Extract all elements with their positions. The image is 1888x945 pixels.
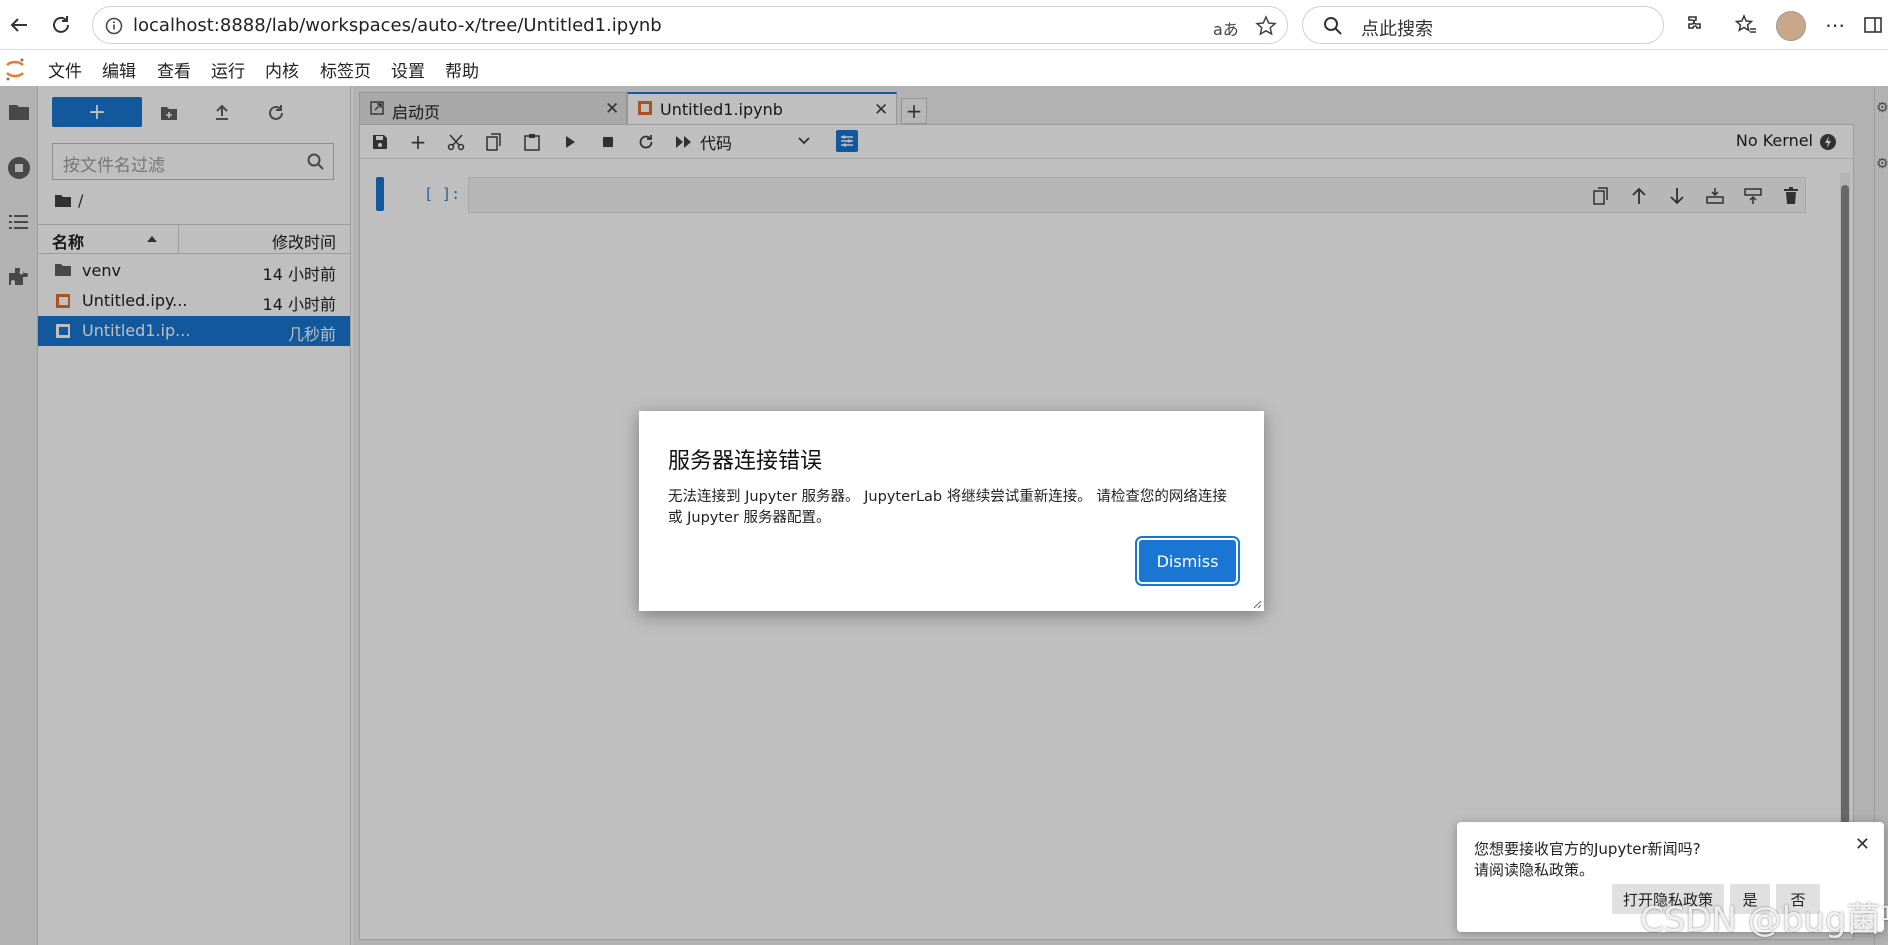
search-placeholder: 点此搜索 bbox=[1361, 19, 1433, 40]
site-info-icon[interactable] bbox=[105, 17, 123, 35]
more-menu-icon[interactable]: ⋯ bbox=[1820, 10, 1850, 40]
browser-toolbar: localhost:8888/lab/workspaces/auto-x/tre… bbox=[0, 0, 1888, 50]
menu-help[interactable]: 帮助 bbox=[445, 57, 479, 82]
menu-settings[interactable]: 设置 bbox=[391, 57, 425, 82]
menu-run[interactable]: 运行 bbox=[211, 57, 245, 82]
menu-view[interactable]: 查看 bbox=[157, 57, 191, 82]
close-icon[interactable]: ✕ bbox=[1855, 834, 1870, 855]
browser-search-bar[interactable]: 点此搜索 bbox=[1302, 6, 1664, 44]
menu-tabs[interactable]: 标签页 bbox=[320, 57, 371, 82]
toast-line: 您想要接收官方的Jupyter新闻吗? bbox=[1474, 840, 1701, 858]
toast-line: 请阅读隐私政策。 bbox=[1474, 861, 1595, 879]
reload-icon[interactable] bbox=[46, 10, 76, 40]
favorite-star-icon[interactable] bbox=[1255, 15, 1277, 37]
sidebar-toggle-icon[interactable] bbox=[1858, 10, 1888, 40]
menu-kernel[interactable]: 内核 bbox=[265, 57, 299, 82]
address-bar[interactable]: localhost:8888/lab/workspaces/auto-x/tre… bbox=[92, 6, 1288, 44]
dialog-title: 服务器连接错误 bbox=[668, 449, 823, 474]
resize-handle-icon[interactable] bbox=[1252, 599, 1262, 609]
server-connection-error-dialog: 服务器连接错误 无法连接到 Jupyter 服务器。 JupyterLab 将继… bbox=[639, 411, 1264, 611]
dismiss-button[interactable]: Dismiss bbox=[1135, 536, 1240, 586]
menu-edit[interactable]: 编辑 bbox=[102, 57, 136, 82]
watermark-text: CSDN @bug菌¹ bbox=[1640, 900, 1888, 940]
menu-file[interactable]: 文件 bbox=[48, 57, 82, 82]
url-text[interactable]: localhost:8888/lab/workspaces/auto-x/tre… bbox=[133, 15, 662, 36]
back-icon[interactable] bbox=[4, 10, 34, 40]
menu-bar: 文件 编辑 查看 运行 内核 标签页 设置 帮助 bbox=[0, 51, 1888, 86]
favorites-icon[interactable] bbox=[1731, 10, 1761, 40]
extensions-icon[interactable] bbox=[1680, 10, 1710, 40]
toast-message: 您想要接收官方的Jupyter新闻吗? 请阅读隐私政策。 bbox=[1474, 839, 1701, 881]
dialog-message: 无法连接到 Jupyter 服务器。 JupyterLab 将继续尝试重新连接。… bbox=[668, 489, 1227, 526]
translate-icon[interactable]: aあ bbox=[1213, 16, 1239, 40]
jupyter-logo bbox=[4, 56, 26, 82]
search-icon bbox=[1323, 16, 1343, 36]
profile-avatar[interactable] bbox=[1776, 11, 1806, 41]
